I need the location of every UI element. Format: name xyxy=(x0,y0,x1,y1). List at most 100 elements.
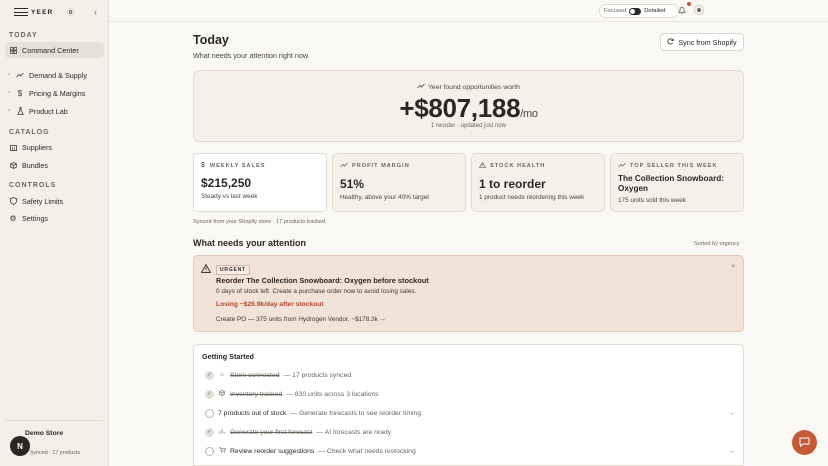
urgent-badge: URGENT xyxy=(216,265,250,275)
sidebar-item-suppliers[interactable]: Suppliers xyxy=(5,139,104,155)
alert-description: 0 days of stock left. Create a purchase … xyxy=(216,288,417,295)
org-badge[interactable]: 0 xyxy=(66,8,75,17)
checklist-label: Review reorder suggestions xyxy=(230,447,315,455)
arrow-right-icon: → xyxy=(728,447,735,455)
brand-logo[interactable]: YEER xyxy=(14,8,54,16)
stat-card-weekly-sales[interactable]: $ WEEKLY SALES $215,250 Steady vs last we… xyxy=(193,153,327,212)
chevron-right-icon: › xyxy=(8,90,10,96)
sidebar-item-label: Suppliers xyxy=(22,142,52,152)
checklist-item-forecast[interactable]: ✓ Generate your first forecast — AI fore… xyxy=(205,426,735,438)
getting-started-title: Getting Started xyxy=(202,352,254,361)
refresh-icon xyxy=(667,37,674,47)
stat-card-profit-margin[interactable]: PROFIT MARGIN 51% Healthy, above your 40… xyxy=(332,153,466,212)
flask-icon xyxy=(16,107,24,115)
page-subtitle: What needs your attention right now. xyxy=(193,51,310,60)
stat-label-row: $ WEEKLY SALES xyxy=(201,162,319,169)
stat-label-row: STOCK HEALTH xyxy=(478,161,597,170)
focused-label: Focused xyxy=(604,8,627,14)
avatar[interactable]: N xyxy=(10,436,30,456)
alert-title: Reorder The Collection Snowboard: Oxygen… xyxy=(216,276,429,285)
hero-meta: 1 reorder · updated just now xyxy=(430,123,507,129)
checklist-circle xyxy=(205,408,214,418)
sync-shopify-button[interactable]: Sync from Shopify xyxy=(660,33,744,51)
section-label-today: TODAY xyxy=(9,32,38,39)
checklist-detail: — AI forecasts are ready xyxy=(316,428,392,436)
sidebar-item-label: Command Center xyxy=(22,45,79,55)
sidebar-item-pricing-margins[interactable]: › $ Pricing & Margins xyxy=(5,85,104,101)
checklist-detail: — Check what needs restocking xyxy=(318,447,416,455)
sidebar-item-command-center[interactable]: Command Center xyxy=(5,42,104,58)
hero-unit: /mo xyxy=(520,108,538,120)
checklist-detail: — 17 products synced xyxy=(283,371,352,379)
sidebar-divider xyxy=(5,420,103,421)
stat-card-top-seller[interactable]: TOP SELLER THIS WEEK The Collection Snow… xyxy=(610,153,744,212)
stat-note: 175 units sold this week xyxy=(618,197,686,204)
stat-note: 1 product needs reordering this week xyxy=(479,194,585,201)
stat-label-row: PROFIT MARGIN xyxy=(340,162,458,170)
sidebar-item-demand-supply[interactable]: › Demand & Supply xyxy=(5,67,104,83)
trend-icon xyxy=(16,71,24,79)
sidebar-item-product-lab[interactable]: › Product Lab xyxy=(5,103,104,119)
sidebar-item-label: Settings xyxy=(22,213,48,223)
chevron-right-icon: › xyxy=(8,108,10,114)
checklist-item-inventory-tracked[interactable]: ✓ Inventory tracked — 630 units across 3… xyxy=(205,388,735,400)
sidebar-item-bundles[interactable]: Bundles xyxy=(5,157,104,173)
view-mode-toggle[interactable]: Focused Detailed xyxy=(599,4,679,18)
logo-icon xyxy=(14,8,28,16)
stat-note: Steady vs last week xyxy=(201,193,258,200)
sparkle-icon xyxy=(417,83,425,91)
box-icon xyxy=(9,161,17,169)
create-po-link[interactable]: Create PO — 375 units from Hydrogen Vend… xyxy=(216,316,386,323)
checklist-item-reorder-suggestions[interactable]: Review reorder suggestions — Check what … xyxy=(205,445,735,457)
trend-icon xyxy=(340,162,348,170)
stat-value: 51% xyxy=(340,177,365,191)
sidebar-item-safety-limits[interactable]: Safety Limits xyxy=(5,193,104,209)
hero-value-row: +$807,188/mo xyxy=(194,93,743,124)
hero-value: +$807,188 xyxy=(399,93,521,123)
checklist-detail: — Generate forecasts to see reorder timi… xyxy=(290,409,422,417)
sidebar: YEER 0 ‹ TODAY Command Center › Demand &… xyxy=(0,0,109,466)
store-icon: ⌂ xyxy=(220,372,224,378)
checklist-item-out-of-stock[interactable]: 7 products out of stock — Generate forec… xyxy=(205,407,735,419)
shield-icon xyxy=(9,197,17,205)
gear-icon: ⚙ xyxy=(9,213,17,223)
hero-caption-row: Yeer found opportunities worth xyxy=(194,83,743,91)
collapse-sidebar-button[interactable]: ‹ xyxy=(91,8,100,17)
chat-button[interactable] xyxy=(792,430,817,455)
profile-menu-icon[interactable] xyxy=(694,5,704,15)
warning-icon xyxy=(200,263,212,274)
store-name[interactable]: Demo Store xyxy=(25,430,63,437)
checklist-circle xyxy=(205,446,214,456)
checklist-detail: — 630 units across 3 locations xyxy=(286,390,379,398)
sidebar-item-label: Safety Limits xyxy=(22,196,64,206)
sidebar-item-label: Demand & Supply xyxy=(29,70,87,80)
dollar-icon: $ xyxy=(17,88,23,98)
stat-label: PROFIT MARGIN xyxy=(352,163,410,169)
topbar xyxy=(109,0,828,22)
bell-icon[interactable] xyxy=(677,5,687,15)
building-icon xyxy=(9,143,17,151)
urgent-alert-card[interactable]: URGENT × Reorder The Collection Snowboar… xyxy=(193,255,744,332)
stat-note: Healthy, above your 40% target xyxy=(340,194,430,201)
chevron-right-icon: › xyxy=(8,72,10,78)
view-mode-switch[interactable] xyxy=(629,7,642,15)
sort-label[interactable]: Sorted by urgency xyxy=(694,241,739,247)
check-icon: ✓ xyxy=(205,427,214,437)
section-label-catalog: CATALOG xyxy=(9,129,50,136)
checklist-label: Generate your first forecast xyxy=(230,428,313,436)
chart-icon xyxy=(218,428,226,436)
check-icon: ✓ xyxy=(205,389,214,399)
stat-value: The Collection Snowboard: Oxygen xyxy=(618,174,724,193)
stat-label: STOCK HEALTH xyxy=(490,163,546,169)
stat-card-stock-health[interactable]: STOCK HEALTH 1 to reorder 1 product need… xyxy=(471,153,605,212)
getting-started-card: Getting Started ✓ ⌂ Store connected — 17… xyxy=(193,344,744,466)
synced-note: Synced from your Shopify store · 17 prod… xyxy=(193,219,327,225)
checklist-item-store-connected[interactable]: ✓ ⌂ Store connected — 17 products synced xyxy=(205,369,735,381)
hero-caption: Yeer found opportunities worth xyxy=(428,83,520,91)
sidebar-item-settings[interactable]: ⚙ Settings xyxy=(5,210,104,226)
grid-icon xyxy=(9,46,17,54)
check-icon: ✓ xyxy=(205,370,214,380)
page-title: Today xyxy=(193,33,229,47)
close-icon[interactable]: × xyxy=(731,263,735,270)
warning-icon xyxy=(478,161,487,170)
